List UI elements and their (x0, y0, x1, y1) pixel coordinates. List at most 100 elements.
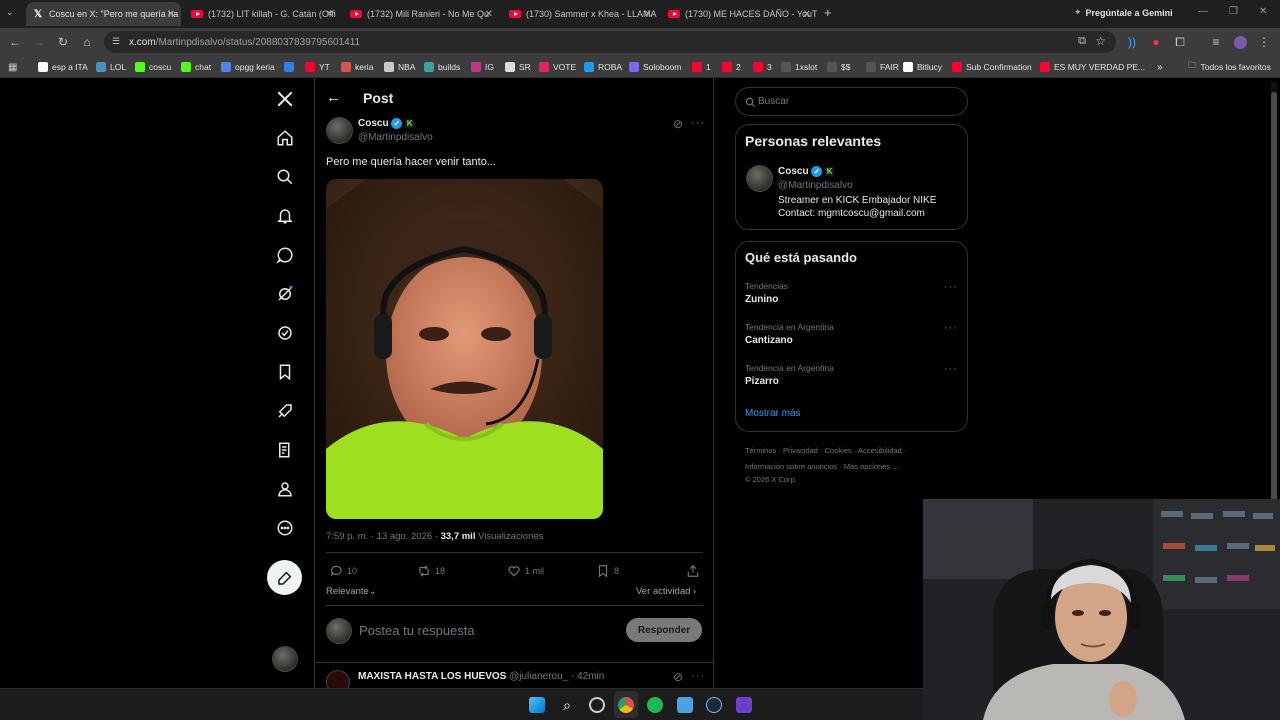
bookmark-item[interactable]: NBA (384, 60, 415, 74)
footer-cookies[interactable]: Cookies (825, 446, 852, 455)
steam-icon[interactable] (706, 697, 722, 713)
minimize-button[interactable]: — (1198, 6, 1208, 17)
all-favorites-folder[interactable]: 🗀 Todos los favoritos (1188, 60, 1271, 74)
relevant-person-avatar[interactable] (746, 165, 773, 192)
bookmark-item[interactable]: $$ (827, 60, 850, 74)
gemini-button[interactable]: ✦ Pregúntale a Gemini (1074, 7, 1173, 18)
reply-submit-button[interactable]: Responder (626, 618, 702, 642)
sort-relevance-dropdown[interactable]: Relevante⌄ (326, 586, 377, 597)
show-more-link[interactable]: Mostrar más (745, 408, 801, 419)
account-avatar[interactable] (272, 646, 298, 672)
bookmark-item[interactable]: opgg keria (221, 60, 275, 74)
reply-button[interactable]: 10 (329, 564, 357, 578)
maximize-button[interactable]: ❐ (1229, 6, 1238, 17)
close-tab-icon[interactable]: ✕ (167, 9, 175, 20)
compose-post-button[interactable] (267, 560, 302, 595)
grok-analyze-icon[interactable]: ⊘ (673, 117, 683, 131)
share-button[interactable] (686, 564, 700, 578)
bookmark-item[interactable]: esp a ITA (38, 60, 88, 74)
view-activity-link[interactable]: Ver actividad › (636, 586, 696, 597)
bookmark-item[interactable]: builds (424, 60, 460, 74)
bookmark-item[interactable]: chat (181, 60, 211, 74)
bookmark-item[interactable]: 1 (692, 60, 711, 74)
relevant-person-handle[interactable]: @Martinpdisalvo (778, 180, 853, 191)
tab-me-haces-dano[interactable]: (1730) ME HACES DAÑO - YouT ✕ (662, 2, 817, 26)
more-options-icon[interactable] (274, 517, 296, 539)
bookmark-item[interactable]: 2 (722, 60, 741, 74)
site-info-icon[interactable]: ☰ (112, 36, 120, 47)
spotify-icon[interactable] (647, 697, 663, 713)
grok-analyze-icon[interactable]: ⊘ (673, 670, 683, 684)
notepad-icon[interactable] (677, 697, 693, 713)
footer-more-options[interactable]: Más opciones ... (844, 462, 899, 471)
bookmark-item[interactable]: Sub Confirmation (952, 60, 1032, 74)
trend-topic[interactable]: Zunino (745, 294, 778, 305)
bookmark-item[interactable]: 3 (753, 60, 772, 74)
close-tab-icon[interactable]: ✕ (326, 9, 334, 20)
bookmark-item[interactable]: ES MUY VERDAD PE... (1040, 60, 1145, 74)
back-icon[interactable]: ← (7, 34, 23, 50)
extensions-puzzle-icon[interactable]: ⧠ (1172, 34, 1188, 50)
tab-mili-ranieri[interactable]: (1732) Mili Ranieri - No Me Qu ✕ (344, 2, 499, 26)
tab-lit-killah[interactable]: (1732) LIT killah - G. Catán (Offi ✕ (185, 2, 340, 26)
reload-icon[interactable]: ↻ (55, 34, 71, 50)
footer-terms[interactable]: Términos (745, 446, 776, 455)
forward-icon[interactable]: → (31, 34, 47, 50)
bookmark-button[interactable]: 8 (596, 564, 619, 578)
back-arrow-icon[interactable]: ← (326, 89, 341, 106)
bookmark-item[interactable]: YT (305, 60, 330, 74)
trend-topic[interactable]: Cantizano (745, 335, 793, 346)
tweet-author-name[interactable]: Coscu ✓ K (358, 118, 415, 129)
reply-author-name[interactable]: MAXISTA HASTA LOS HUEVOS (358, 671, 506, 682)
start-menu-icon[interactable] (529, 697, 545, 713)
articles-icon[interactable] (274, 439, 296, 461)
media-controls-icon[interactable]: ≡ (1208, 34, 1224, 50)
messages-icon[interactable] (274, 244, 296, 266)
extension-red-icon[interactable]: ● (1148, 34, 1164, 50)
home-icon[interactable]: ⌂ (79, 34, 95, 50)
search-input[interactable]: Buscar (735, 87, 968, 116)
verified-orgs-icon[interactable] (274, 322, 296, 344)
footer-accessibility[interactable]: Accesibilidad (858, 446, 902, 455)
bookmark-item[interactable]: 1xslot (781, 60, 817, 74)
tweet-author-avatar[interactable] (326, 117, 353, 144)
address-bar[interactable]: ☰ x.com/Martinpdisalvo/status/2088037839… (104, 31, 1116, 53)
close-tab-icon[interactable]: ✕ (485, 9, 493, 20)
trend-more-icon[interactable]: ··· (944, 363, 958, 375)
trend-topic[interactable]: Pizarro (745, 376, 779, 387)
tab-search-icon[interactable]: ⌄ (6, 7, 14, 18)
bookmark-item[interactable]: keria (341, 60, 373, 74)
new-tab-button[interactable]: + (824, 5, 832, 20)
more-bookmarks-icon[interactable]: » (1157, 60, 1163, 74)
tab-sammer-khea[interactable]: (1730) Sammer x Khea - LLAMA ✕ (503, 2, 658, 26)
bookmarks-icon[interactable] (274, 361, 296, 383)
bookmark-item[interactable]: LOL (96, 60, 126, 74)
reply-author-avatar[interactable] (326, 670, 350, 688)
tweet-time[interactable]: 7:59 p. m. · 13 ago. 2026 · (326, 531, 441, 542)
trend-more-icon[interactable]: ··· (944, 281, 958, 293)
reply-more-icon[interactable]: ··· (691, 670, 705, 682)
footer-ads-info[interactable]: Información sobre anuncios (745, 462, 837, 471)
profile-avatar-icon[interactable] (1232, 34, 1248, 50)
close-tab-icon[interactable]: ✕ (644, 9, 652, 20)
footer-privacy[interactable]: Privacidad (783, 446, 818, 455)
repost-button[interactable]: 18 (417, 564, 445, 578)
business-rocket-icon[interactable] (274, 400, 296, 422)
bookmark-item[interactable] (284, 60, 298, 74)
bookmark-item[interactable]: IG (471, 60, 494, 74)
like-button[interactable]: 1 mil (507, 564, 544, 578)
discord-app-icon[interactable] (736, 697, 752, 713)
bookmark-item[interactable]: FAIR (866, 60, 899, 74)
notifications-bell-icon[interactable] (274, 205, 296, 227)
close-window-button[interactable]: ✕ (1259, 6, 1267, 17)
taskbar-search-icon[interactable]: ⌕ (559, 697, 575, 713)
apps-grid-icon[interactable]: ▦ (8, 60, 17, 74)
reply-input[interactable]: Postea tu respuesta (359, 623, 475, 638)
scrollbar-thumb[interactable] (1271, 92, 1277, 512)
bookmark-item[interactable]: Soloboom (629, 60, 681, 74)
relevant-person-name[interactable]: Coscu ✓ K (778, 166, 835, 177)
bookmark-item[interactable]: SR (505, 60, 531, 74)
bookmark-item[interactable]: coscu (135, 60, 171, 74)
profile-icon[interactable] (274, 478, 296, 500)
bookmark-item[interactable]: VOTE (539, 60, 576, 74)
